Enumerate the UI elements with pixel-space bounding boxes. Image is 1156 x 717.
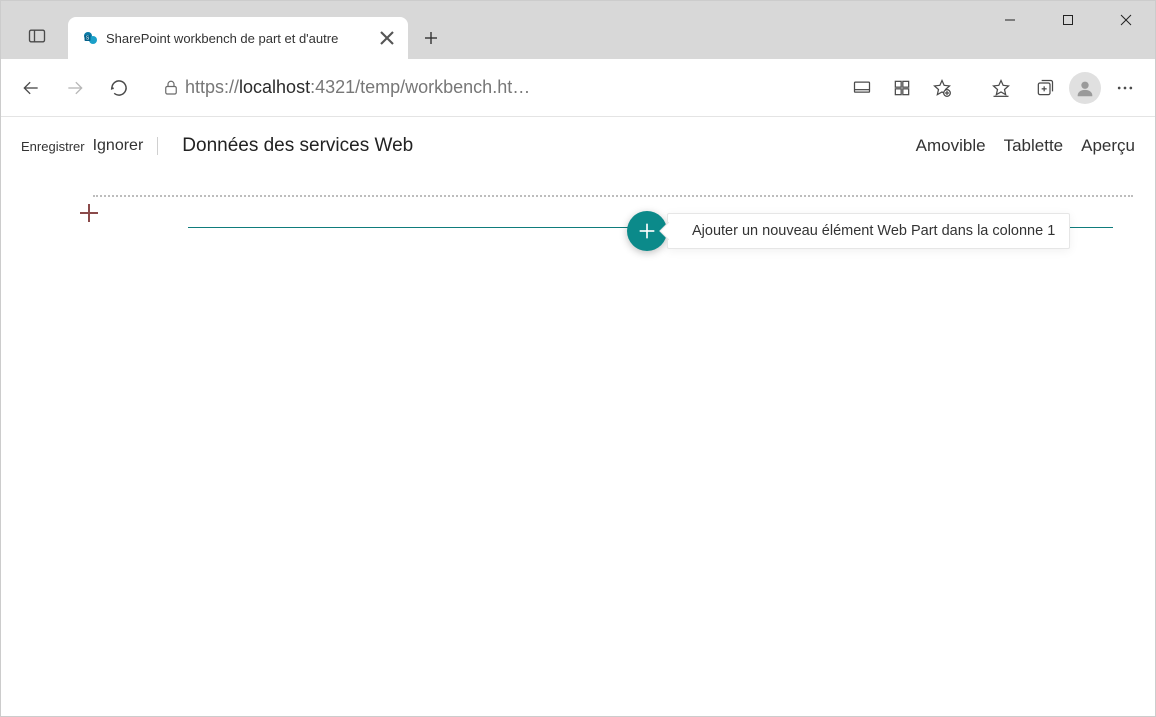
url-protocol: https:// (185, 77, 239, 97)
window-controls (981, 1, 1155, 39)
address-bar-actions (841, 71, 963, 105)
collections-icon[interactable] (1025, 68, 1065, 108)
page-content: Enregistrer Ignorer Données des services… (1, 117, 1155, 716)
mode-tablet[interactable]: Tablette (1004, 136, 1064, 156)
mode-preview[interactable]: Aperçu (1081, 136, 1135, 156)
add-section-button[interactable] (73, 197, 105, 229)
workbench-toolbar-right: Amovible Tablette Aperçu (916, 136, 1135, 156)
tooltip-text: Ajouter un nouveau élément Web Part dans… (692, 223, 1055, 239)
page-title: Données des services Web (182, 135, 413, 157)
url-path: :4321/temp/workbench.ht… (310, 77, 530, 97)
save-button[interactable]: Enregistrer (21, 139, 85, 154)
forward-button[interactable] (55, 68, 95, 108)
toolbar-divider (157, 137, 158, 155)
window-close-button[interactable] (1097, 1, 1155, 39)
address-bar[interactable]: https://localhost:4321/temp/workbench.ht… (153, 68, 963, 108)
extensions-grid-icon[interactable] (885, 71, 919, 105)
browser-toolbar: https://localhost:4321/temp/workbench.ht… (1, 59, 1155, 117)
profile-avatar[interactable] (1069, 72, 1101, 104)
settings-more-icon[interactable] (1105, 68, 1145, 108)
workbench-toolbar: Enregistrer Ignorer Données des services… (1, 117, 1155, 175)
refresh-button[interactable] (99, 68, 139, 108)
favorites-icon[interactable] (981, 68, 1021, 108)
add-webpart-tooltip: Ajouter un nouveau élément Web Part dans… (667, 213, 1070, 249)
section-separator (93, 195, 1133, 197)
tab-active[interactable]: S SharePoint workbench de part et d'autr… (68, 17, 408, 59)
sharepoint-icon: S (82, 30, 98, 46)
workbench-toolbar-left: Enregistrer Ignorer Données des services… (21, 135, 413, 157)
browser-window: S SharePoint workbench de part et d'autr… (0, 0, 1156, 717)
favorite-add-icon[interactable] (925, 71, 959, 105)
toolbar-right (981, 68, 1145, 108)
site-info-icon[interactable] (157, 79, 185, 97)
new-tab-button[interactable] (414, 21, 448, 55)
tab-strip: S SharePoint workbench de part et d'autr… (1, 1, 981, 59)
back-button[interactable] (11, 68, 51, 108)
window-maximize-button[interactable] (1039, 1, 1097, 39)
tab-title: SharePoint workbench de part et d'autre (106, 31, 370, 46)
mode-mobile[interactable]: Amovible (916, 136, 986, 156)
desktop-app-icon[interactable] (845, 71, 879, 105)
tab-actions-button[interactable] (19, 18, 54, 53)
tab-close-button[interactable] (378, 29, 396, 47)
discard-button[interactable]: Ignorer (93, 137, 144, 155)
window-minimize-button[interactable] (981, 1, 1039, 39)
url-host: localhost (239, 77, 310, 97)
url-text: https://localhost:4321/temp/workbench.ht… (185, 77, 841, 98)
titlebar: S SharePoint workbench de part et d'autr… (1, 1, 1155, 59)
